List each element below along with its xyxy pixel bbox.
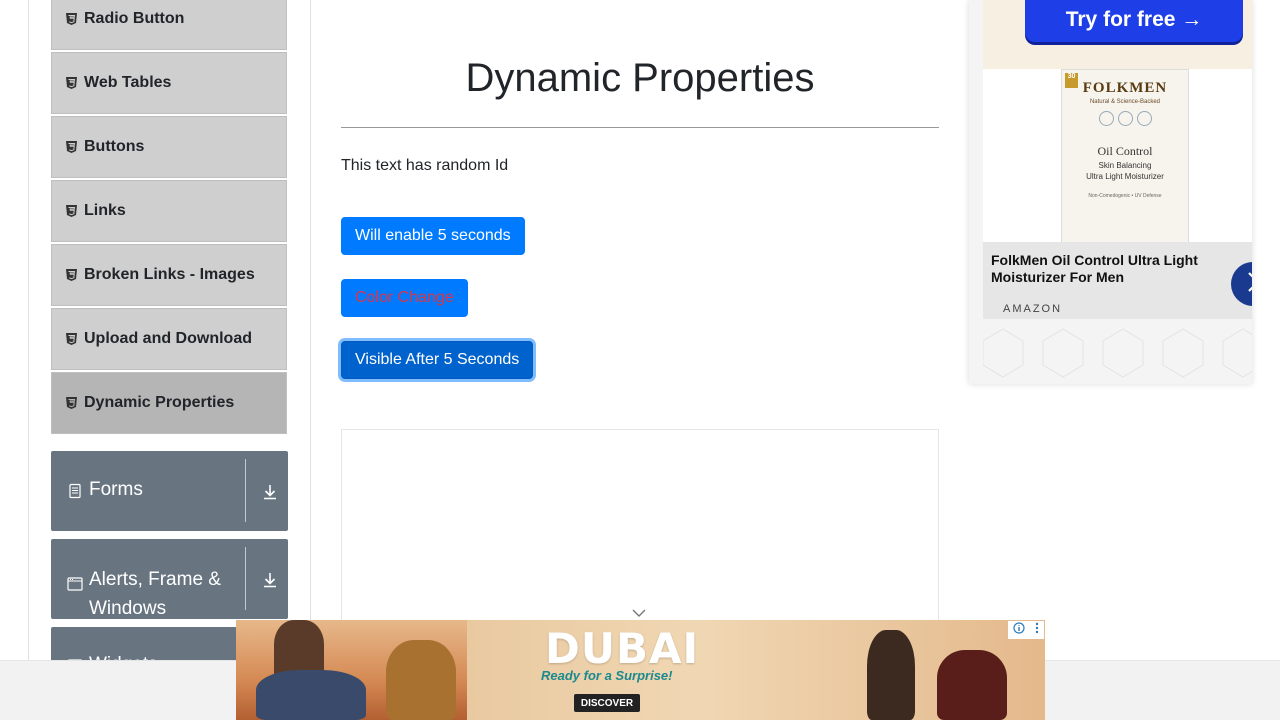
- window-icon: [67, 572, 83, 591]
- product-badges: [1062, 111, 1188, 126]
- try-for-free-button[interactable]: Try for free →: [1025, 0, 1243, 42]
- product-sub: Skin Balancing: [1098, 161, 1152, 170]
- sidebar-item-label: Dynamic Properties: [84, 394, 235, 411]
- sidebar-item-web-tables[interactable]: Web Tables: [51, 52, 287, 114]
- group-alerts-frame-windows[interactable]: Alerts, Frame & Windows: [51, 539, 288, 619]
- html5-icon: [66, 333, 77, 345]
- title-divider: [341, 127, 939, 128]
- discover-button[interactable]: DISCOVER: [574, 694, 640, 712]
- sidebar-item-label: Web Tables: [84, 74, 172, 91]
- info-icon[interactable]: [1013, 621, 1025, 639]
- sidebar-item-links[interactable]: Links: [51, 180, 287, 242]
- html5-icon: [66, 13, 77, 25]
- html5-icon: [66, 77, 77, 89]
- ad-headline: DUBAI: [545, 624, 700, 673]
- divider: [245, 459, 246, 522]
- enable-after-button[interactable]: Will enable 5 seconds: [341, 217, 525, 255]
- product-sub-2: Ultra Light Moisturizer: [1086, 172, 1164, 181]
- download-icon[interactable]: [261, 483, 279, 501]
- divider: [245, 547, 246, 610]
- group-label: Forms: [89, 479, 143, 500]
- left-sidebar: Radio Button Web Tables Buttons Links Br…: [28, 0, 311, 720]
- document-icon: [67, 483, 83, 499]
- sidebar-item-label: Broken Links - Images: [84, 266, 255, 283]
- random-id-text: This text has random Id: [341, 157, 509, 174]
- bottom-advertisement[interactable]: DUBAI Ready for a Surprise! DISCOVER: [236, 620, 1045, 720]
- more-options-icon[interactable]: [1035, 621, 1039, 639]
- group-forms[interactable]: Forms: [51, 451, 288, 531]
- ad-caption: FolkMen Oil Control Ultra Light Moisturi…: [991, 252, 1198, 285]
- sidebar-item-label: Radio Button: [84, 10, 185, 27]
- color-change-button[interactable]: Color Change: [341, 279, 468, 317]
- chevron-right-icon: [1246, 271, 1252, 298]
- html5-icon: [66, 269, 77, 281]
- page: Radio Button Web Tables Buttons Links Br…: [0, 0, 1280, 720]
- sidebar-item-upload-download[interactable]: Upload and Download: [51, 308, 287, 370]
- sidebar-item-label: Links: [84, 202, 126, 219]
- product-note: Non-Comedogenic • UV Defense: [1088, 193, 1162, 199]
- sidebar-item-radio-button[interactable]: Radio Button: [51, 0, 287, 50]
- product-brand-tag: Natural & Science-Backed: [1089, 99, 1161, 105]
- product-name: Oil Control: [1097, 144, 1153, 158]
- sidebar-item-dynamic-properties[interactable]: Dynamic Properties: [51, 372, 287, 434]
- visible-after-button[interactable]: Visible After 5 Seconds: [341, 341, 534, 379]
- ad-background-pattern: [982, 319, 1252, 384]
- html5-icon: [66, 205, 77, 217]
- page-title: Dynamic Properties: [465, 56, 815, 100]
- group-label: Alerts, Frame & Windows: [89, 569, 221, 619]
- size-badge: 30: [1065, 73, 1078, 88]
- html5-icon: [66, 397, 77, 409]
- ad-seller: AMAZON: [1003, 303, 1063, 315]
- ad-tagline: Ready for a Surprise!: [541, 668, 673, 683]
- ad-image-left: [236, 620, 467, 720]
- sidebar-item-broken-links[interactable]: Broken Links - Images: [51, 244, 287, 306]
- ad-caption-bar[interactable]: FolkMen Oil Control Ultra Light Moisturi…: [983, 242, 1252, 319]
- sidebar-item-buttons[interactable]: Buttons: [51, 116, 287, 178]
- product-brand: FOLKMEN: [1082, 80, 1168, 96]
- product-image[interactable]: 30 FOLKMEN Natural & Science-Backed Oil …: [983, 69, 1252, 319]
- ad-top-banner: Try for free →: [983, 0, 1252, 69]
- html5-icon: [66, 141, 77, 153]
- ad-choices[interactable]: [1008, 621, 1044, 639]
- sidebar-item-label: Buttons: [84, 138, 145, 155]
- download-icon[interactable]: [261, 571, 279, 589]
- chevron-down-icon[interactable]: [632, 605, 646, 617]
- right-advertisement[interactable]: Try for free → 30 FOLKMEN Natural & Scie…: [969, 0, 1252, 384]
- product-tube: 30 FOLKMEN Natural & Science-Backed Oil …: [1061, 69, 1189, 251]
- sidebar-item-label: Upload and Download: [84, 330, 252, 347]
